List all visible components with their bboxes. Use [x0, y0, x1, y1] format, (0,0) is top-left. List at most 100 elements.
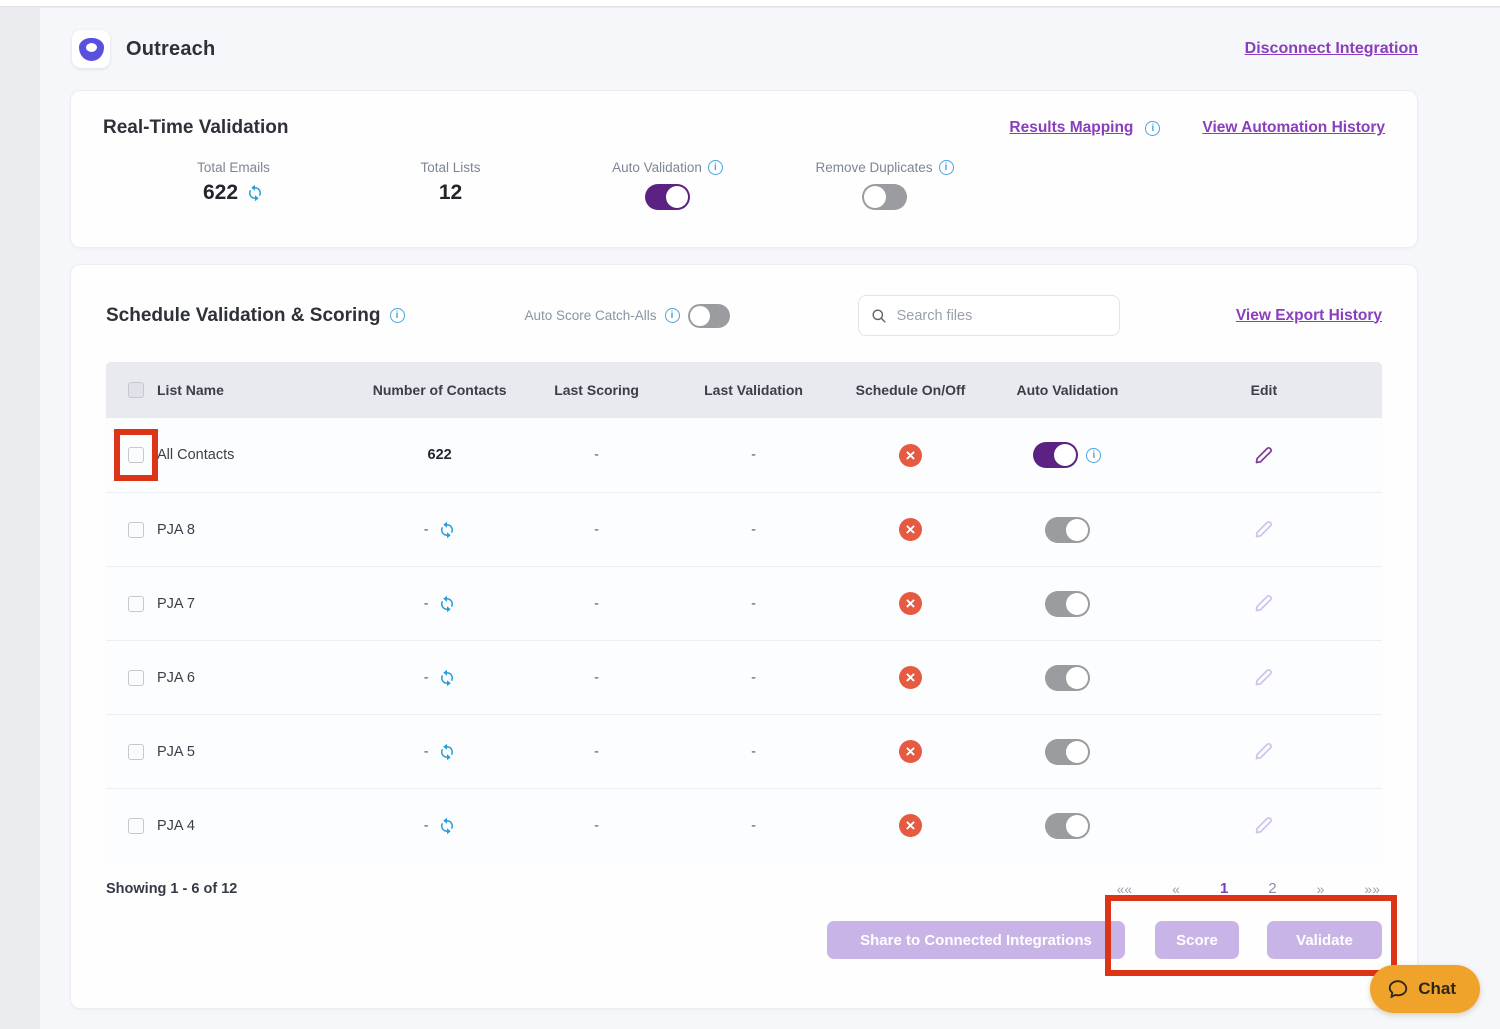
last-validation-value: -: [751, 447, 756, 463]
auto-validation-toggle[interactable]: [1045, 517, 1090, 543]
pagination-last[interactable]: »»: [1364, 881, 1380, 897]
auto-score-toggle[interactable]: [688, 304, 730, 328]
chat-bubble-icon: [1387, 978, 1409, 1000]
list-name: PJA 6: [157, 670, 195, 686]
auto-validation-stat: Auto Validation i: [559, 159, 776, 210]
contacts-value: -: [424, 522, 429, 538]
edit-pencil-icon[interactable]: [1253, 667, 1274, 688]
schedule-title: Schedule Validation & Scoring: [106, 305, 381, 327]
results-mapping-info-icon[interactable]: i: [1145, 121, 1160, 136]
auto-validation-toggle[interactable]: [645, 184, 690, 210]
last-scoring-value: -: [594, 670, 599, 686]
auto-validation-toggle[interactable]: [1045, 665, 1090, 691]
validate-button[interactable]: Validate: [1267, 921, 1382, 959]
refresh-icon[interactable]: [438, 669, 456, 687]
pagination-prev[interactable]: «: [1172, 881, 1180, 897]
top-divider: [0, 0, 1500, 7]
outreach-logo-icon: [72, 30, 110, 68]
row-checkbox[interactable]: [128, 744, 144, 760]
auto-validation-toggle[interactable]: [1033, 442, 1078, 468]
edit-pencil-icon[interactable]: [1253, 741, 1274, 762]
results-mapping-link[interactable]: Results Mapping: [1009, 119, 1133, 137]
remove-duplicates-toggle[interactable]: [862, 184, 907, 210]
realtime-validation-card: Real-Time Validation Results Mapping i V…: [70, 90, 1418, 248]
last-validation-value: -: [751, 596, 756, 612]
auto-validation-toggle[interactable]: [1045, 813, 1090, 839]
remove-duplicates-info-icon[interactable]: i: [939, 160, 954, 175]
auto-score-group: Auto Score Catch-Alls i: [525, 304, 730, 328]
last-scoring-value: -: [594, 818, 599, 834]
col-last-validation: Last Validation: [675, 382, 832, 398]
auto-score-info-icon[interactable]: i: [665, 308, 680, 323]
list-name: PJA 7: [157, 596, 195, 612]
schedule-title-info-icon[interactable]: i: [390, 308, 405, 323]
view-automation-history-link[interactable]: View Automation History: [1202, 119, 1385, 137]
search-icon: [871, 307, 887, 325]
col-auto-validation: Auto Validation: [989, 382, 1146, 398]
list-name: All Contacts: [157, 447, 234, 463]
pagination: «« « 1 2 » »»: [1117, 880, 1382, 897]
schedule-off-icon[interactable]: ×: [899, 444, 922, 467]
row-checkbox[interactable]: [128, 670, 144, 686]
last-scoring-value: -: [594, 447, 599, 463]
schedule-off-icon[interactable]: ×: [899, 666, 922, 689]
list-name: PJA 8: [157, 522, 195, 538]
table-header-row: List Name Number of Contacts Last Scorin…: [106, 362, 1382, 418]
refresh-icon[interactable]: [438, 743, 456, 761]
pagination-page-1[interactable]: 1: [1220, 880, 1228, 897]
last-scoring-value: -: [594, 522, 599, 538]
row-checkbox[interactable]: [128, 596, 144, 612]
refresh-icon[interactable]: [438, 521, 456, 539]
edit-pencil-icon[interactable]: [1253, 519, 1274, 540]
auto-validation-info-icon[interactable]: i: [1086, 448, 1101, 463]
view-export-history-link[interactable]: View Export History: [1236, 307, 1382, 325]
share-to-integrations-button[interactable]: Share to Connected Integrations: [827, 921, 1125, 959]
refresh-icon[interactable]: [438, 817, 456, 835]
schedule-off-icon[interactable]: ×: [899, 518, 922, 541]
realtime-title: Real-Time Validation: [103, 117, 288, 139]
search-input[interactable]: [897, 308, 1107, 324]
schedule-off-icon[interactable]: ×: [899, 592, 922, 615]
col-last-scoring: Last Scoring: [518, 382, 675, 398]
edit-pencil-icon[interactable]: [1253, 445, 1274, 466]
page-title: Outreach: [126, 38, 215, 61]
col-list-name: List Name: [157, 382, 224, 398]
schedule-off-icon[interactable]: ×: [899, 740, 922, 763]
col-schedule-on-off: Schedule On/Off: [832, 382, 989, 398]
integration-header: Outreach Disconnect Integration: [40, 8, 1500, 90]
col-number-of-contacts: Number of Contacts: [361, 382, 518, 398]
contacts-value: -: [424, 670, 429, 686]
auto-validation-toggle[interactable]: [1045, 739, 1090, 765]
contacts-value: -: [424, 596, 429, 612]
edit-pencil-icon[interactable]: [1253, 815, 1274, 836]
contacts-value: -: [424, 818, 429, 834]
auto-validation-toggle[interactable]: [1045, 591, 1090, 617]
schedule-off-icon[interactable]: ×: [899, 814, 922, 837]
table-row: PJA 5 - - - × i: [106, 714, 1382, 788]
pagination-next[interactable]: »: [1317, 881, 1325, 897]
chat-button[interactable]: Chat: [1370, 965, 1480, 1013]
disconnect-integration-link[interactable]: Disconnect Integration: [1245, 40, 1418, 58]
edit-pencil-icon[interactable]: [1253, 593, 1274, 614]
total-lists-value: 12: [439, 181, 462, 205]
auto-validation-info-icon[interactable]: i: [708, 160, 723, 175]
remove-duplicates-label: Remove Duplicates: [815, 160, 932, 175]
lists-table: List Name Number of Contacts Last Scorin…: [106, 362, 1382, 862]
auto-validation-label: Auto Validation: [612, 160, 702, 175]
row-checkbox[interactable]: [128, 447, 144, 463]
table-row: PJA 8 - - - × i: [106, 492, 1382, 566]
pagination-page-2[interactable]: 2: [1268, 880, 1276, 897]
last-validation-value: -: [751, 744, 756, 760]
main-panel: Outreach Disconnect Integration Real-Tim…: [40, 8, 1500, 1029]
score-button[interactable]: Score: [1155, 921, 1239, 959]
search-box[interactable]: [858, 295, 1120, 336]
row-checkbox[interactable]: [128, 522, 144, 538]
col-edit: Edit: [1146, 382, 1382, 398]
pagination-first[interactable]: ««: [1117, 881, 1133, 897]
select-all-checkbox[interactable]: [128, 382, 144, 398]
refresh-icon[interactable]: [438, 595, 456, 613]
refresh-icon[interactable]: [246, 184, 264, 202]
row-checkbox[interactable]: [128, 818, 144, 834]
list-name: PJA 4: [157, 818, 195, 834]
schedule-validation-card: Schedule Validation & Scoring i Auto Sco…: [70, 264, 1418, 1009]
